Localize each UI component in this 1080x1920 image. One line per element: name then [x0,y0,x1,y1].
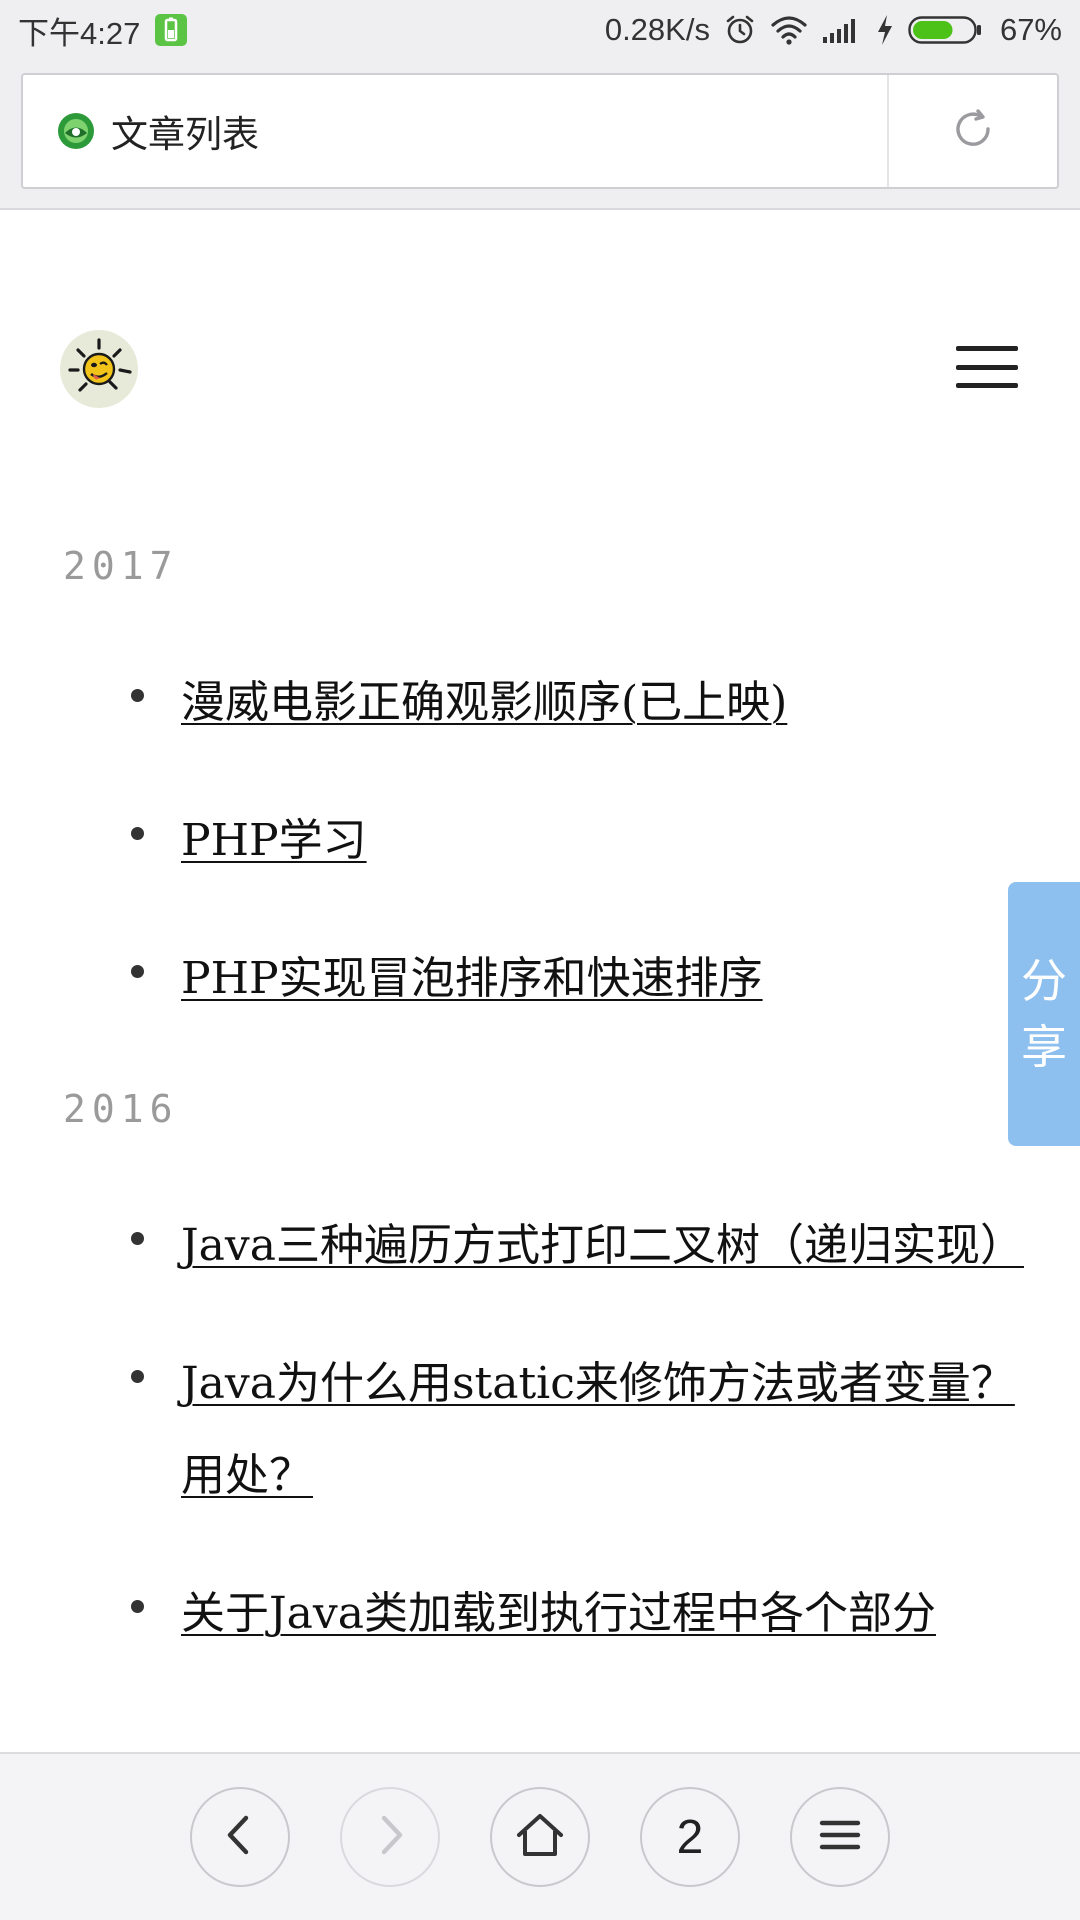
bottom-navigation: 2 [0,1752,1080,1920]
post-link[interactable]: 关于Java类加载到执行过程中各个部分 [181,1588,936,1639]
menu-button[interactable] [790,1787,890,1887]
share-label-line1: 分 [1021,954,1067,1008]
post-link[interactable]: Java三种遍历方式打印二叉树（递归实现） [181,1220,1024,1271]
charging-icon [876,14,894,46]
alarm-icon [724,14,756,46]
battery-saver-icon [154,13,188,47]
back-button[interactable] [190,1787,290,1887]
list-item: PHP实现冒泡排序和快速排序 [0,933,1080,1025]
tab-count: 2 [676,1810,704,1864]
signal-icon [822,16,862,44]
battery-percent: 67% [999,12,1062,47]
home-button[interactable] [490,1787,590,1887]
page-title[interactable]: 文章列表 [111,104,259,158]
list-item: Java为什么用static来修饰方法或者变量？用处？ [0,1338,1080,1522]
tabs-button[interactable]: 2 [640,1787,740,1887]
forward-icon [370,1813,410,1861]
browser-toolbar: 文章列表 [0,60,1080,210]
home-icon [515,1812,565,1862]
site-logo-icon[interactable] [60,330,138,408]
menu-icon [818,1815,862,1859]
year-heading: 2016 [63,1087,179,1131]
post-list: 漫威电影正确观影顺序(已上映) PHP学习 PHP实现冒泡排序和快速排序 [0,657,1080,1025]
share-button[interactable]: 分 享 [1008,882,1080,1146]
web-content: 2017 漫威电影正确观影顺序(已上映) PHP学习 PHP实现冒泡排序和快速排… [0,212,1080,1752]
post-link[interactable]: PHP实现冒泡排序和快速排序 [181,953,763,1004]
hamburger-menu-icon[interactable] [956,342,1018,392]
post-link[interactable]: PHP学习 [181,815,367,866]
back-icon [220,1813,260,1861]
site-favicon-icon [57,112,95,150]
post-link[interactable]: 漫威电影正确观影顺序(已上映) [181,677,787,728]
status-bar: 下午4:27 0.28K/s 67% [0,0,1080,60]
list-item: Java三种遍历方式打印二叉树（递归实现） [0,1200,1080,1292]
list-item: 关于Java类加载到执行过程中各个部分 [0,1568,1080,1660]
reload-button[interactable] [887,75,1057,187]
reload-icon [950,106,996,156]
wifi-icon [770,15,808,45]
post-link[interactable]: Java为什么用static来修饰方法或者变量？用处？ [181,1358,1015,1501]
forward-button[interactable] [340,1787,440,1887]
share-label-line2: 享 [1021,1020,1067,1074]
battery-icon [908,15,982,45]
post-list: Java三种遍历方式打印二叉树（递归实现） Java为什么用static来修饰方… [0,1200,1080,1660]
list-item: 漫威电影正确观影顺序(已上映) [0,657,1080,749]
net-speed: 0.28K/s [604,12,710,47]
address-bar[interactable]: 文章列表 [21,73,1059,189]
battery-fill [912,21,953,39]
status-time: 下午4:27 [18,15,141,51]
list-item: PHP学习 [0,795,1080,887]
year-heading: 2017 [63,544,179,588]
